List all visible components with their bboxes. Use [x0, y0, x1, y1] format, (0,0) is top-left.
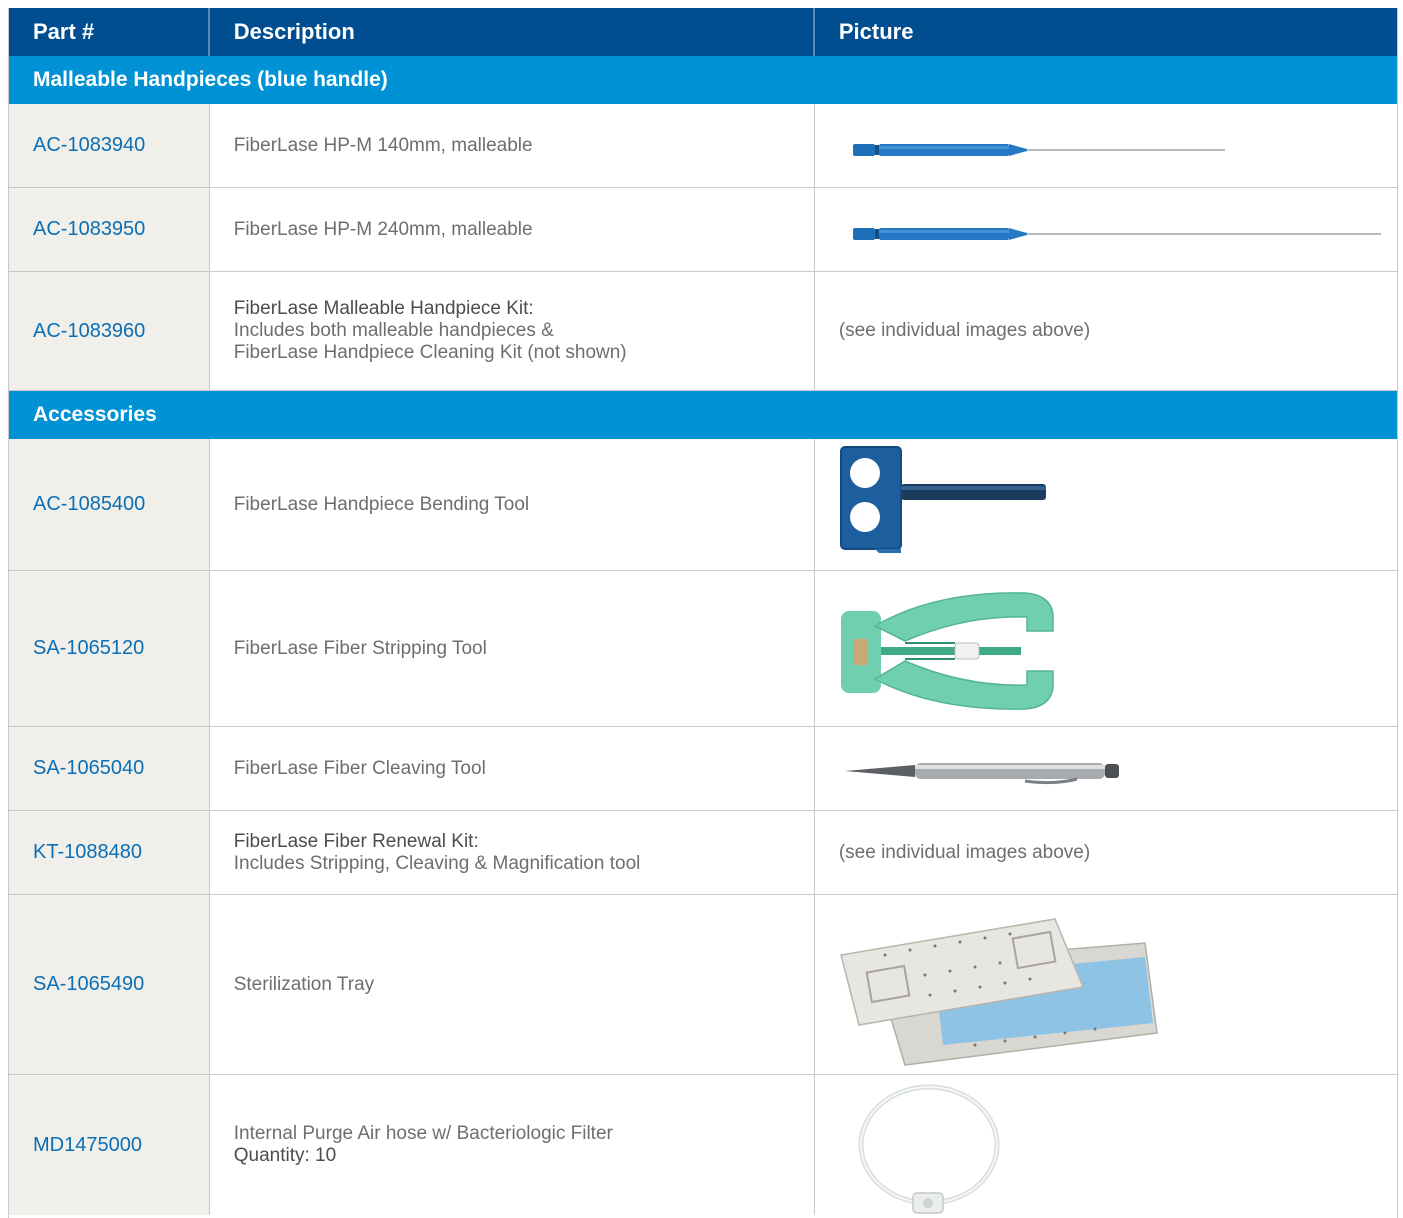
table-row: KT-1088480 FiberLase Fiber Renewal Kit: … — [9, 811, 1397, 895]
description: FiberLase Fiber Cleaving Tool — [233, 757, 486, 779]
description: FiberLase Fiber Stripping Tool — [233, 637, 487, 659]
description: FiberLase HP-M 140mm, malleable — [233, 134, 533, 156]
bending-tool-image — [815, 439, 1397, 570]
part-number: AC-1083950 — [33, 218, 146, 240]
table-row: AC-1083940 FiberLase HP-M 140mm, malleab… — [9, 104, 1397, 188]
description: Internal Purge Air hose w/ Bacteriologic… — [233, 1123, 613, 1144]
table-row: SA-1065490 Sterilization Tray — [9, 895, 1397, 1075]
quantity-label: Quantity: 10 — [233, 1145, 337, 1166]
description: Includes both malleable handpieces & — [233, 320, 554, 341]
description: FiberLase HP-M 240mm, malleable — [233, 218, 533, 240]
part-number: SA-1065040 — [33, 757, 145, 779]
table-row: AC-1083960 FiberLase Malleable Handpiece… — [9, 272, 1397, 391]
table-row: SA-1065040 FiberLase Fiber Cleaving Tool — [9, 727, 1397, 811]
description-title: FiberLase Fiber Renewal Kit: — [233, 830, 479, 852]
table-row: AC-1085400 FiberLase Handpiece Bending T… — [9, 439, 1397, 571]
description-title: FiberLase Malleable Handpiece Kit: — [233, 298, 534, 319]
description: Includes Stripping, Cleaving & Magnifica… — [233, 852, 641, 874]
table-row: AC-1083950 FiberLase HP-M 240mm, malleab… — [9, 188, 1397, 272]
table-row: MD1475000 Internal Purge Air hose w/ Bac… — [9, 1075, 1397, 1215]
purge-air-hose-image — [815, 1075, 1397, 1215]
part-number: MD1475000 — [33, 1133, 142, 1156]
header-picture: Picture — [838, 19, 914, 44]
part-number: SA-1065490 — [33, 973, 145, 995]
part-number: KT-1088480 — [33, 841, 142, 863]
description: FiberLase Handpiece Bending Tool — [233, 493, 530, 515]
handpiece-240-image — [815, 188, 1397, 271]
sterilization-tray-image — [815, 895, 1397, 1074]
parts-table: Part # Description Picture Malleable Han… — [8, 8, 1398, 1218]
description: Sterilization Tray — [233, 973, 375, 995]
part-number: SA-1065120 — [33, 637, 145, 659]
picture-note: (see individual images above) — [838, 320, 1091, 341]
description: FiberLase Handpiece Cleaning Kit (not sh… — [233, 342, 627, 363]
stripping-tool-image — [815, 571, 1397, 726]
header-part-number: Part # — [9, 8, 210, 56]
section-malleable-handpieces: Malleable Handpieces (blue handle) — [9, 56, 1397, 104]
handpiece-140-image — [815, 104, 1397, 187]
cleaving-tool-image — [815, 727, 1397, 810]
part-number: AC-1083940 — [33, 134, 146, 156]
picture-note: (see individual images above) — [838, 841, 1091, 863]
header-description: Description — [210, 8, 815, 56]
section-accessories: Accessories — [9, 391, 1397, 439]
part-number: AC-1083960 — [33, 319, 146, 342]
section-title: Malleable Handpieces (blue handle) — [33, 68, 388, 91]
section-title: Accessories — [33, 403, 157, 426]
table-header: Part # Description Picture — [9, 8, 1397, 56]
part-number: AC-1085400 — [33, 493, 146, 515]
table-row: SA-1065120 FiberLase Fiber Stripping Too… — [9, 571, 1397, 727]
